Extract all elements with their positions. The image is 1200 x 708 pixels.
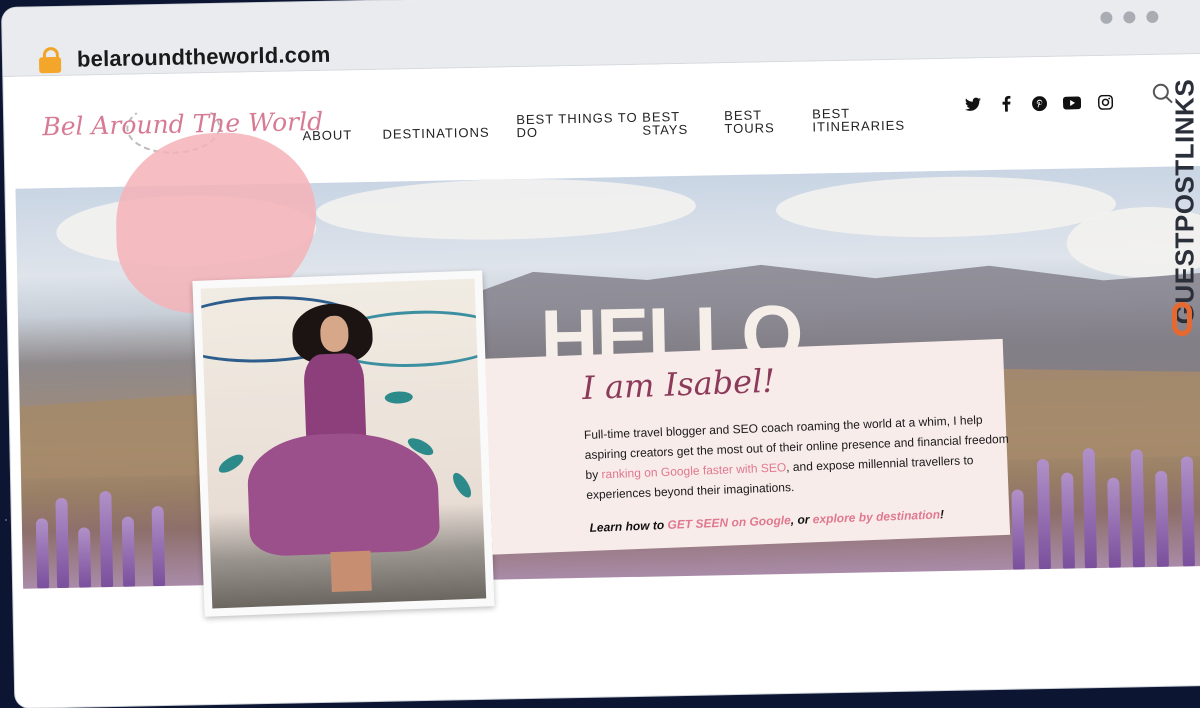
dot-icon[interactable] <box>1146 11 1158 23</box>
facebook-icon[interactable] <box>991 93 1021 114</box>
flower <box>1083 448 1097 568</box>
nav-best-stays[interactable]: BEST STAYS <box>642 109 724 137</box>
cta-text: Learn how to GET SEEN on Google, or expl… <box>589 507 944 535</box>
site-logo[interactable]: Bel Around The World <box>42 107 323 141</box>
website: Bel Around The World ABOUT DESTINATIONS … <box>13 54 1200 697</box>
youtube-icon[interactable] <box>1057 92 1087 113</box>
cloud <box>315 176 696 243</box>
flower <box>122 517 135 587</box>
flower <box>1155 471 1169 567</box>
flower <box>152 506 166 586</box>
browser-window: belaroundtheworld.com Bel Around The Wor… <box>2 0 1200 708</box>
url-text[interactable]: belaroundtheworld.com <box>77 42 331 73</box>
instagram-icon[interactable] <box>1090 92 1120 113</box>
flower <box>55 498 69 588</box>
main-nav: ABOUT DESTINATIONS BEST THINGS TO DO BES… <box>302 105 922 143</box>
nav-destinations[interactable]: DESTINATIONS <box>382 125 516 141</box>
seo-ranking-link[interactable]: ranking on Google faster with SEO <box>601 460 786 481</box>
flower <box>1131 449 1145 567</box>
flower <box>1011 489 1025 569</box>
watermark: GUESTPOSTLINKS <box>1168 58 1198 358</box>
get-seen-link[interactable]: GET SEEN on Google <box>667 513 791 532</box>
window-controls <box>1089 10 1158 29</box>
flower <box>1037 459 1051 569</box>
flower <box>1107 478 1121 568</box>
flower <box>99 491 113 587</box>
flower <box>1061 473 1075 569</box>
flower <box>1181 456 1195 566</box>
cloud <box>775 174 1116 241</box>
twitter-icon[interactable] <box>958 94 988 115</box>
hero-subheading: I am Isabel! <box>581 362 775 407</box>
link-icon <box>1172 302 1192 336</box>
nav-about[interactable]: ABOUT <box>302 127 382 142</box>
lock-icon <box>39 47 61 69</box>
profile-photo <box>192 270 494 616</box>
explore-destination-link[interactable]: explore by destination <box>812 507 940 526</box>
nav-best-things-to-do[interactable]: BEST THINGS TO DO <box>516 111 642 139</box>
flower <box>36 518 49 588</box>
flower <box>78 527 91 587</box>
social-links <box>958 91 1123 114</box>
dot-icon[interactable] <box>1100 12 1112 24</box>
pinterest-icon[interactable] <box>1024 93 1054 114</box>
dot-icon[interactable] <box>1123 11 1135 23</box>
nav-best-tours[interactable]: BEST TOURS <box>724 107 812 135</box>
intro-card: I am Isabel! Full-time travel blogger an… <box>485 339 1010 555</box>
bio-text: Full-time travel blogger and SEO coach r… <box>584 409 1017 505</box>
nav-best-itineraries[interactable]: BEST ITINERARIES <box>812 105 922 133</box>
